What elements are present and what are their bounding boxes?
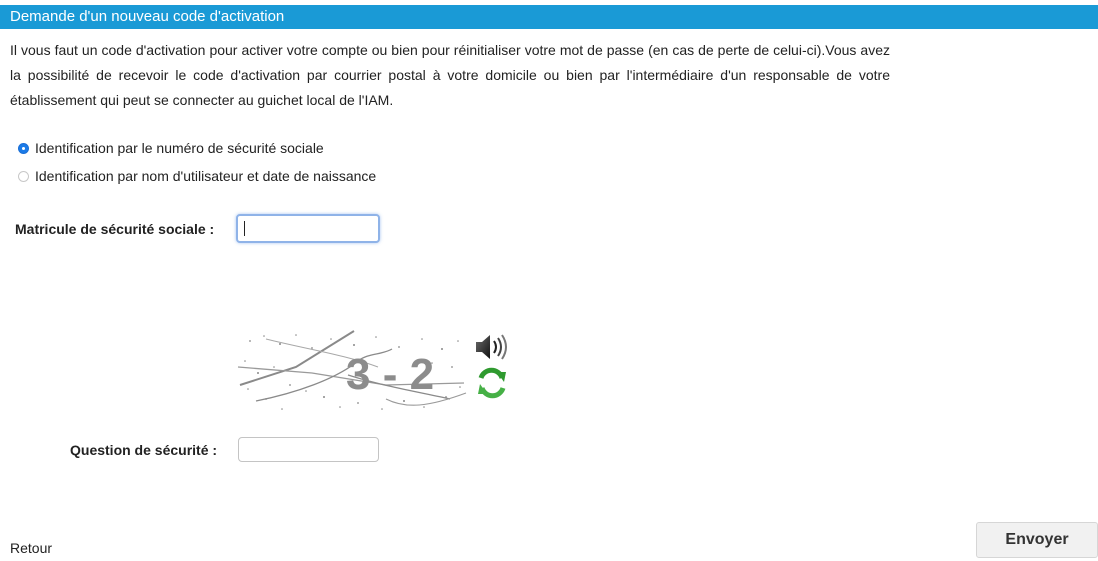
back-link[interactable]: Retour bbox=[10, 540, 52, 556]
security-question-input[interactable] bbox=[238, 437, 379, 462]
captcha-image: 3 - 2 bbox=[236, 327, 468, 417]
radio-option-ssn-label: Identification par le numéro de sécurité… bbox=[35, 140, 324, 156]
radio-ssn[interactable] bbox=[18, 142, 29, 154]
page-title: Demande d'un nouveau code d'activation bbox=[0, 5, 1098, 29]
radio-username[interactable] bbox=[18, 170, 29, 182]
intro-text: Il vous faut un code d'activation pour a… bbox=[10, 42, 890, 108]
speaker-icon[interactable] bbox=[472, 332, 512, 367]
matricule-input[interactable] bbox=[236, 214, 380, 243]
matricule-label: Matricule de sécurité sociale : bbox=[15, 221, 215, 237]
radio-option-username-label: Identification par nom d'utilisateur et … bbox=[35, 168, 377, 184]
radio-option-ssn[interactable]: Identification par le numéro de sécurité… bbox=[18, 140, 324, 156]
radio-option-username[interactable]: Identification par nom d'utilisateur et … bbox=[18, 168, 376, 184]
question-label: Question de sécurité : bbox=[70, 442, 218, 458]
text-caret bbox=[244, 221, 245, 236]
captcha-text: 3 - 2 bbox=[346, 350, 434, 399]
submit-button[interactable]: Envoyer bbox=[976, 522, 1098, 558]
refresh-icon[interactable] bbox=[475, 366, 509, 405]
